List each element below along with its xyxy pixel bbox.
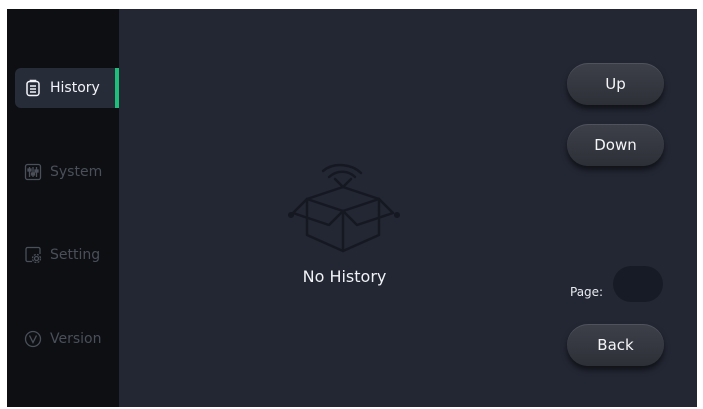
empty-state-text: No History bbox=[302, 267, 387, 286]
sidebar-item-label: Version bbox=[50, 331, 102, 347]
back-button[interactable]: Back bbox=[567, 324, 664, 366]
empty-box-icon bbox=[283, 159, 405, 269]
history-screen: History System Setting Version No Histor… bbox=[7, 9, 697, 407]
down-button[interactable]: Down bbox=[567, 124, 664, 166]
sliders-icon bbox=[24, 163, 42, 181]
page-input[interactable] bbox=[613, 266, 663, 302]
sidebar-item-label: Setting bbox=[50, 247, 101, 263]
version-icon bbox=[24, 330, 42, 348]
clipboard-icon bbox=[24, 79, 42, 97]
page-label: Page: bbox=[570, 285, 604, 299]
sidebar-item-label: History bbox=[50, 80, 100, 96]
sidebar-item-system[interactable]: System bbox=[15, 152, 119, 192]
sidebar-item-label: System bbox=[50, 164, 103, 180]
sidebar: History System Setting Version bbox=[7, 9, 119, 407]
sidebar-item-setting[interactable]: Setting bbox=[15, 235, 119, 275]
sidebar-item-history[interactable]: History bbox=[15, 68, 119, 108]
up-button[interactable]: Up bbox=[567, 63, 664, 105]
sidebar-item-version[interactable]: Version bbox=[15, 319, 119, 359]
settings-icon bbox=[24, 246, 42, 264]
